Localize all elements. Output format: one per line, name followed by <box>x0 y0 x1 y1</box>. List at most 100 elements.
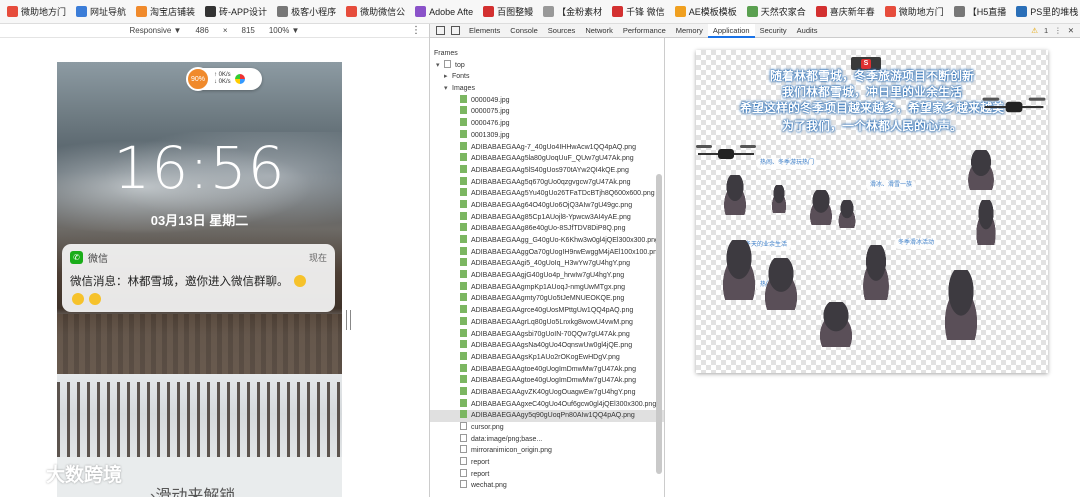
bookmark-favicon-icon <box>884 6 896 17</box>
bookmark-item[interactable]: 【金粉素材 <box>538 0 607 23</box>
devtools-close-icon[interactable]: ✕ <box>1068 26 1074 35</box>
bookmark-item[interactable]: 百图整鳗 <box>478 0 538 23</box>
tree-file-item[interactable]: cursor.png <box>430 422 664 434</box>
tree-file-item[interactable]: ADIBABAEGAAggOa70gUogIH9rwEwggM4jAEl100x… <box>430 246 664 259</box>
expand-arrow-icon[interactable]: ▾ <box>444 83 452 95</box>
slide-to-unlock[interactable]: ›滑动来解锁 <box>150 482 235 497</box>
devtools-tab-memory[interactable]: Memory <box>671 24 708 38</box>
bookmark-favicon-icon <box>136 6 148 17</box>
tree-file-item[interactable]: 0000049.jpg <box>430 94 664 107</box>
battery-percent: 90% <box>186 67 210 91</box>
bookmark-favicon-icon <box>543 6 555 17</box>
tree-file-item[interactable]: 0001309.jpg <box>430 129 664 142</box>
bookmark-item[interactable]: 【H5直播 <box>949 0 1012 23</box>
device-width-input[interactable]: 486 <box>195 26 208 35</box>
devtools-tab-performance[interactable]: Performance <box>618 24 671 38</box>
browser-logo-icon <box>234 74 245 84</box>
bookmark-item[interactable]: 砖-APP设计 <box>200 0 272 23</box>
bookmark-item[interactable]: PS里的堆栈 <box>1011 0 1080 23</box>
tree-file-item[interactable]: ADIBABAEGAAg5la80gUoqUuF_QUw7gU47Ak.png <box>430 153 664 165</box>
tree-file-item[interactable]: ADIBABAEGAAg5Yu40gUo26TFaTDcBTjh8Q600x60… <box>430 188 664 200</box>
tree-file-item[interactable]: 0000075.jpg <box>430 106 664 118</box>
bookmark-item[interactable]: 微助地方门 <box>2 0 71 23</box>
tree-file-item[interactable]: ADIBABAEGAAgsNa40gUo4OqnswUw0gl4jQE.png <box>430 340 664 352</box>
device-height-input[interactable]: 815 <box>242 26 255 35</box>
tree-item-images[interactable]: ▾ Images <box>430 83 664 95</box>
tree-file-item[interactable]: report <box>430 457 664 469</box>
tree-file-item[interactable]: ADIBABAEGAAgmty70gUo5tJeMNUEOKQE.png <box>430 293 664 305</box>
file-icon <box>460 468 467 477</box>
bookmark-item[interactable]: 淘宝店铺装 <box>131 0 200 23</box>
tree-file-item[interactable]: ADIBABAEGAAgsbi70gUoIN-70QQw7gU47Ak.png <box>430 328 664 341</box>
frames-header[interactable]: Frames <box>430 48 664 60</box>
tree-file-item[interactable]: ADIBABAEGAAg5q670gUo0qzgvgcw7gU47Ak.png <box>430 176 664 189</box>
tree-file-item[interactable]: ADIBABAEGAAgjG40gUo4p_hrwIw7gU4hgY.png <box>430 270 664 282</box>
tree-file-item[interactable]: ADIBABAEGAAgrLq80gUo5Lnxkg8wowU4vwM.png <box>430 316 664 329</box>
devtools-tab-console[interactable]: Console <box>505 24 543 38</box>
devtools-tab-audits[interactable]: Audits <box>792 24 823 38</box>
frame-icon <box>444 59 451 68</box>
tree-file-item[interactable]: ADIBABAEGAAg64O40gUo6OjQ3AIw7gU49gc.png <box>430 199 664 212</box>
tree-item-top[interactable]: ▾ top <box>430 59 664 72</box>
devtools-tab-network[interactable]: Network <box>580 24 618 38</box>
inspect-icon[interactable] <box>436 26 445 35</box>
zoom-select[interactable]: 100% ▼ <box>269 26 300 35</box>
tree-file-item[interactable]: ADIBABAEGAAgsKp1AUo2rOKogEwHDgV.png <box>430 351 664 364</box>
network-speed-widget[interactable]: 90% ↑ 0K/s ↓ 0K/s <box>186 67 262 91</box>
image-file-icon <box>460 211 467 220</box>
bookmark-item[interactable]: 天然农家合 <box>742 0 811 23</box>
tree-scrollbar[interactable] <box>656 174 662 474</box>
bookmark-item[interactable]: 极客小程序 <box>272 0 341 23</box>
tree-file-item[interactable]: ADIBABAEGAAgtoe40gUogImDmwMw7gU47Ak.png <box>430 375 664 387</box>
tree-file-item[interactable]: ADIBABAEGAAgvZK40gUogOuagwEw7gU4hgY.png <box>430 386 664 399</box>
tree-file-item[interactable]: ADIBABAEGAAg5lS40gUos970tAYw2QI4kQE.png <box>430 164 664 177</box>
bookmark-favicon-icon <box>1016 6 1028 17</box>
upload-speed: ↑ 0K/s <box>214 72 231 78</box>
tree-file-item[interactable]: ADIBABAEGAAg85Cp1AUojl8-Ypwcw3AI4yAE.png <box>430 211 664 224</box>
tree-file-item[interactable]: ADIBABAEGAAgrce40gUosMPttgUw1QQ4pAQ.png <box>430 305 664 317</box>
expand-arrow-icon[interactable]: ▾ <box>436 60 444 72</box>
bookmark-item[interactable]: 微助微信公 <box>341 0 410 23</box>
tree-file-item[interactable]: ADIBABAEGAAgxeC40gUo4Ouf6gcw0gl4jQEl300x… <box>430 398 664 411</box>
wechat-notification[interactable]: ✆ 微信 现在 微信消息：林都雪城，邀你进入微信群聊。 <box>62 244 335 312</box>
bookmark-item[interactable]: 网址导航 <box>71 0 131 23</box>
notification-app-name: 微信 <box>88 254 108 265</box>
bookmark-item[interactable]: AE模板模板 <box>670 0 742 23</box>
bookmark-item[interactable]: 喜庆新年春 <box>811 0 880 23</box>
device-select[interactable]: Responsive ▼ <box>130 26 182 35</box>
bookmark-item[interactable]: Adobe Afte <box>410 0 478 23</box>
collapse-arrow-icon[interactable]: ▸ <box>444 71 452 83</box>
tree-file-item[interactable]: report <box>430 468 664 481</box>
tree-file-item[interactable]: mirroranimicon_origin.png <box>430 445 664 457</box>
warning-icon[interactable]: ⚠ <box>1031 26 1038 35</box>
devtools-tab-security[interactable]: Security <box>755 24 792 38</box>
people-figure-image <box>718 175 752 215</box>
tree-file-item[interactable]: ADIBABAEGAAg86e40gUo-8SJfTDV8DiP8Q.png <box>430 223 664 235</box>
tree-file-item[interactable]: ADIBABAEGAAgtoe40gUogImDmwMw7gU47Ak.png <box>430 363 664 376</box>
devtools-menu-icon[interactable]: ⋮ <box>1054 26 1062 35</box>
tree-file-item[interactable]: 0000476.jpg <box>430 118 664 130</box>
device-more-icon[interactable]: ⋮ <box>411 25 421 36</box>
wechat-icon: ✆ <box>70 251 83 264</box>
tree-file-item[interactable]: wechat.png <box>430 480 664 492</box>
tree-file-item[interactable]: data:image/png;base... <box>430 433 664 446</box>
devtools-tab-elements[interactable]: Elements <box>464 24 505 38</box>
tree-file-item[interactable]: ADIBABAEGAAg-7_40gUo4IHHwAcw1QQ4pAQ.png <box>430 141 664 154</box>
preview-image: S 随着林都雪城，冬季旅游项目不断创新 我们林都雪城，冲日里的业余生活 希望这样的冬… <box>696 50 1048 373</box>
bookmark-item[interactable]: 微助地方门 <box>880 0 949 23</box>
devtools-tab-application[interactable]: Application <box>707 23 755 38</box>
tree-file-item[interactable]: ADIBABAEGAAgmpKp1AUoqJ-nmgUwMTgx.png <box>430 281 664 294</box>
bookmark-label: 砖-APP设计 <box>219 7 268 17</box>
tree-file-item[interactable]: ADIBABAEGAAgg_G40gUo-K6Khw3w0gl4jQEl300x… <box>430 235 664 247</box>
tree-file-item[interactable]: ADIBABAEGAAgy5q90gUoqPn80AIw1QQ4pAQ.png <box>430 410 664 422</box>
bookmark-label: 极客小程序 <box>291 7 337 17</box>
bookmark-favicon-icon <box>674 6 686 17</box>
tree-file-item[interactable]: ADIBABAEGAAgi5_40gUoIq_H3wYw7gU4hgY.png <box>430 258 664 270</box>
watermark-text: 大数跨境 <box>46 465 123 486</box>
device-toggle-icon[interactable] <box>451 26 460 35</box>
watermark: 大数跨境 <box>8 460 122 487</box>
tree-item-fonts[interactable]: ▸ Fonts <box>430 71 664 83</box>
viewport-resize-handle[interactable] <box>346 310 351 330</box>
bookmark-item[interactable]: 千锋 微信 <box>607 0 670 23</box>
devtools-tab-sources[interactable]: Sources <box>543 24 581 38</box>
